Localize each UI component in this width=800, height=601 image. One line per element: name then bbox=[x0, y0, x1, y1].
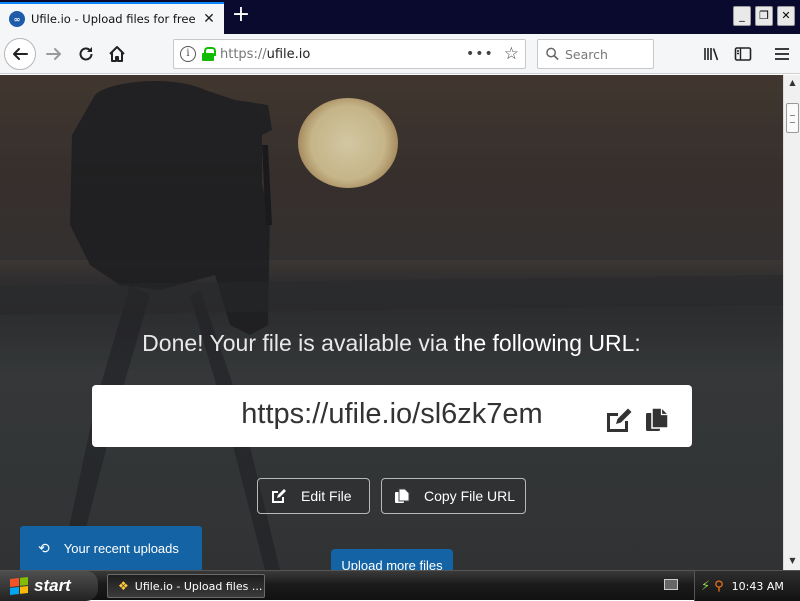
start-label: start bbox=[34, 576, 71, 595]
ufile-logo-icon: ∞ bbox=[9, 11, 25, 27]
new-tab-button[interactable]: + bbox=[229, 4, 253, 28]
back-button[interactable] bbox=[4, 38, 36, 70]
tab-title: Ufile.io - Upload files for free & share bbox=[31, 12, 197, 26]
window-minimize-button[interactable]: _ bbox=[733, 6, 751, 26]
taskbar: start ❖ Ufile.io - Upload files ... ⚡ ⚲ … bbox=[0, 570, 800, 601]
edit-file-label: Edit File bbox=[301, 488, 352, 504]
hamburger-menu-icon bbox=[775, 48, 789, 60]
headline-suffix: : bbox=[634, 330, 641, 356]
tab-strip: ∞ Ufile.io - Upload files for free & sha… bbox=[0, 0, 800, 34]
start-button[interactable]: start bbox=[0, 571, 98, 601]
edit-icon bbox=[272, 489, 286, 503]
file-url-text[interactable]: https://ufile.io/sl6zk7em bbox=[92, 398, 692, 431]
page-content: Done! Your file is available via the fol… bbox=[0, 75, 783, 570]
upload-complete-heading: Done! Your file is available via the fol… bbox=[0, 330, 783, 357]
search-input[interactable] bbox=[565, 46, 645, 62]
history-icon: ⟲ bbox=[38, 539, 50, 556]
edit-icon[interactable] bbox=[604, 407, 634, 433]
copy-icon[interactable] bbox=[644, 407, 670, 433]
copy-icon bbox=[395, 488, 410, 503]
taskbar-item-firefox[interactable]: ❖ Ufile.io - Upload files ... bbox=[107, 574, 265, 598]
sidebar-icon bbox=[734, 47, 752, 61]
sidebar-button[interactable] bbox=[727, 38, 759, 70]
home-icon bbox=[109, 46, 125, 62]
scroll-down-arrow-icon[interactable]: ▼ bbox=[785, 553, 800, 569]
reload-icon bbox=[79, 47, 93, 61]
taskbar-item-label: Ufile.io - Upload files ... bbox=[134, 579, 263, 593]
secure-lock-icon[interactable] bbox=[202, 47, 216, 61]
home-button[interactable] bbox=[101, 38, 133, 70]
system-tray: ⚡ ⚲ 10:43 AM bbox=[694, 571, 800, 601]
scrollbar-thumb[interactable] bbox=[786, 103, 799, 133]
keyboard-layout-icon[interactable] bbox=[664, 579, 678, 590]
page-actions-icon[interactable]: ••• bbox=[466, 46, 494, 62]
back-arrow-icon bbox=[13, 48, 28, 60]
tab-close-icon[interactable]: ✕ bbox=[201, 11, 217, 27]
site-info-icon[interactable]: i bbox=[180, 46, 196, 62]
search-icon bbox=[546, 47, 559, 61]
address-bar[interactable]: i https://ufile.io ••• ☆ bbox=[173, 39, 526, 69]
scroll-up-arrow-icon[interactable]: ▲ bbox=[785, 75, 800, 91]
tab-ufile[interactable]: ∞ Ufile.io - Upload files for free & sha… bbox=[0, 2, 224, 34]
url-host: ufile.io bbox=[266, 46, 311, 62]
file-url-card: https://ufile.io/sl6zk7em bbox=[92, 385, 692, 447]
recent-uploads-button[interactable]: ⟲ Your recent uploads bbox=[20, 526, 202, 570]
url-text[interactable]: https://ufile.io bbox=[220, 47, 466, 62]
library-button[interactable] bbox=[696, 38, 728, 70]
firefox-icon: ❖ bbox=[118, 579, 129, 593]
forward-button[interactable] bbox=[38, 38, 70, 70]
copy-file-url-button[interactable]: Copy File URL bbox=[381, 478, 526, 514]
windows-logo-icon bbox=[10, 577, 28, 595]
bookmark-star-icon[interactable]: ☆ bbox=[504, 44, 519, 64]
url-scheme: https:// bbox=[220, 46, 267, 62]
upload-more-files-button[interactable]: Upload more files bbox=[331, 549, 453, 570]
headline-strong: the following URL bbox=[454, 330, 635, 356]
forward-arrow-icon bbox=[46, 48, 61, 60]
recent-uploads-label: Your recent uploads bbox=[63, 540, 179, 556]
window-close-button[interactable]: ✕ bbox=[777, 6, 795, 26]
clock: 10:43 AM bbox=[731, 579, 784, 593]
navigation-toolbar: i https://ufile.io ••• ☆ bbox=[0, 34, 800, 74]
copy-file-url-label: Copy File URL bbox=[424, 488, 516, 504]
network-icon[interactable]: ⚡ bbox=[701, 579, 710, 594]
reload-button[interactable] bbox=[70, 38, 102, 70]
edit-file-button[interactable]: Edit File bbox=[257, 478, 370, 514]
vertical-scrollbar[interactable]: ▲ ▼ bbox=[783, 75, 800, 570]
search-tray-icon[interactable]: ⚲ bbox=[714, 579, 724, 594]
search-box[interactable] bbox=[537, 39, 654, 69]
menu-button[interactable] bbox=[766, 38, 798, 70]
library-icon bbox=[704, 48, 719, 61]
window-maximize-button[interactable]: ❐ bbox=[755, 6, 773, 26]
headline-prefix: Done! Your file is available via bbox=[142, 330, 455, 356]
